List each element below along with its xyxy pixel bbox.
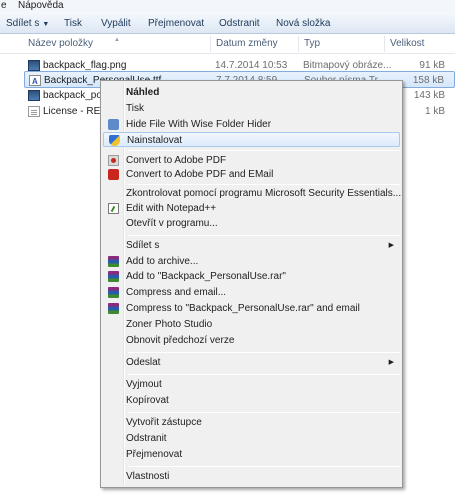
menu-item-cut[interactable]: Vyjmout: [103, 377, 400, 392]
column-divider[interactable]: [298, 36, 299, 52]
menu-item-convert-pdf[interactable]: Convert to Adobe PDF: [103, 153, 400, 168]
image-file-icon: [28, 60, 40, 71]
file-size: 1 kB: [424, 106, 445, 117]
menu-item-label: Otevřít v programu...: [126, 218, 218, 229]
menu-item-label: Edit with Notepad++: [126, 203, 217, 214]
menu-item-send-to[interactable]: Odeslat ▶: [103, 355, 400, 370]
menu-item-label: Kopírovat: [126, 395, 169, 406]
winrar-icon: [108, 271, 119, 282]
command-bar: Sdílet s ▼ Tisk Vypálit Přejmenovat Odstr…: [0, 12, 455, 34]
column-divider[interactable]: [210, 36, 211, 52]
menu-item-copy[interactable]: Kopírovat: [103, 393, 400, 408]
sort-caret-icon: ▲: [114, 37, 120, 43]
menu-item-create-shortcut[interactable]: Vytvořit zástupce: [103, 415, 400, 430]
menu-item-help[interactable]: Nápověda: [18, 0, 64, 12]
menu-item-convert-pdf-email[interactable]: Convert to Adobe PDF and EMail: [103, 167, 400, 182]
file-size: 143 kB: [413, 90, 445, 101]
winrar-icon: [108, 303, 119, 314]
menu-item-edit[interactable]: e: [1, 0, 7, 12]
menu-item-hide-file[interactable]: Hide File With Wise Folder Hider: [103, 117, 400, 132]
menu-item-label: Convert to Adobe PDF and EMail: [126, 169, 274, 180]
menu-item-label: Odeslat: [126, 357, 161, 368]
menu-item-label: Compress to "Backpack_PersonalUse.rar" a…: [126, 303, 360, 314]
menu-item-label: Add to "Backpack_PersonalUse.rar": [126, 271, 286, 282]
print-button[interactable]: Tisk: [64, 16, 82, 31]
menu-item-label: Vyjmout: [126, 379, 162, 390]
column-header-type[interactable]: Typ: [304, 34, 320, 54]
winrar-icon: [108, 287, 119, 298]
rename-button[interactable]: Přejmenovat: [148, 16, 204, 31]
burn-button[interactable]: Vypálit: [101, 16, 131, 31]
menu-item-label: Vytvořit zástupce: [126, 417, 202, 428]
text-file-icon: [28, 106, 40, 117]
menu-item-label: Obnovit předchozí verze: [126, 335, 235, 346]
menu-item-edit-notepad[interactable]: Edit with Notepad++: [103, 201, 400, 216]
menu-item-install[interactable]: Nainstalovat: [103, 132, 400, 147]
menu-item-zoner[interactable]: Zoner Photo Studio: [103, 317, 400, 332]
menu-separator: [128, 412, 400, 413]
menu-item-label: Compress and email...: [126, 287, 227, 298]
share-with-label: Sdílet s: [6, 18, 40, 29]
menu-bar: e Nápověda: [0, 0, 455, 12]
menu-separator: [128, 184, 400, 185]
notepad-plus-icon: [108, 203, 119, 214]
chevron-down-icon: ▼: [42, 21, 50, 28]
menu-item-label: Tisk: [126, 103, 144, 114]
menu-item-rename[interactable]: Přejmenovat: [103, 447, 400, 462]
new-folder-button[interactable]: Nová složka: [276, 16, 330, 31]
menu-item-delete[interactable]: Odstranit: [103, 431, 400, 446]
menu-item-label: Vlastnosti: [126, 471, 170, 482]
menu-separator: [128, 374, 400, 375]
menu-item-print[interactable]: Tisk: [103, 101, 400, 116]
menu-item-label: Convert to Adobe PDF: [126, 155, 227, 166]
menu-item-label: Přejmenovat: [126, 449, 183, 460]
adobe-pdf-email-icon: [108, 169, 119, 180]
menu-item-label: Add to archive...: [126, 256, 199, 267]
context-menu: Náhled Tisk Hide File With Wise Folder H…: [100, 80, 403, 488]
menu-item-scan-mse[interactable]: Zkontrolovat pomocí programu Microsoft S…: [103, 186, 402, 201]
column-divider[interactable]: [384, 36, 385, 52]
menu-separator: [128, 466, 400, 467]
menu-item-properties[interactable]: Vlastnosti: [103, 469, 400, 484]
menu-item-label: Odstranit: [126, 433, 167, 444]
submenu-arrow-icon: ▶: [388, 359, 394, 366]
menu-item-label: Nainstalovat: [127, 135, 183, 146]
menu-separator: [128, 352, 400, 353]
menu-item-open-with[interactable]: Otevřít v programu...: [103, 216, 400, 231]
winrar-icon: [108, 256, 119, 267]
adobe-pdf-icon: [108, 155, 119, 166]
column-header-size[interactable]: Velikost: [390, 34, 424, 54]
share-with-button[interactable]: Sdílet s ▼: [6, 16, 49, 31]
menu-item-add-rar[interactable]: Add to "Backpack_PersonalUse.rar": [103, 269, 400, 284]
menu-item-preview[interactable]: Náhled: [103, 85, 400, 100]
menu-item-label: Zoner Photo Studio: [126, 319, 213, 330]
delete-button[interactable]: Odstranit: [219, 16, 260, 31]
uac-shield-icon: [109, 135, 120, 146]
menu-item-label: Zkontrolovat pomocí programu Microsoft S…: [126, 188, 402, 199]
column-header-bar: ▲ Název položky Datum změny Typ Velikost: [0, 34, 455, 54]
menu-item-label: Náhled: [126, 87, 160, 98]
image-file-icon: [28, 90, 40, 101]
menu-item-share-with[interactable]: Sdílet s ▶: [103, 238, 400, 253]
menu-item-label: Sdílet s: [126, 240, 160, 251]
menu-item-restore-versions[interactable]: Obnovit předchozí verze: [103, 333, 400, 348]
column-header-name[interactable]: Název položky: [28, 34, 93, 54]
menu-item-label: Hide File With Wise Folder Hider: [126, 119, 272, 130]
menu-item-compress-rar-email[interactable]: Compress to "Backpack_PersonalUse.rar" a…: [103, 301, 400, 316]
menu-item-compress-email[interactable]: Compress and email...: [103, 285, 400, 300]
column-header-date[interactable]: Datum změny: [216, 34, 278, 54]
font-file-icon: [29, 73, 41, 90]
menu-separator: [128, 150, 400, 151]
menu-item-add-archive[interactable]: Add to archive...: [103, 254, 400, 269]
folder-hider-icon: [108, 119, 119, 130]
menu-separator: [128, 235, 400, 236]
submenu-arrow-icon: ▶: [388, 242, 394, 249]
